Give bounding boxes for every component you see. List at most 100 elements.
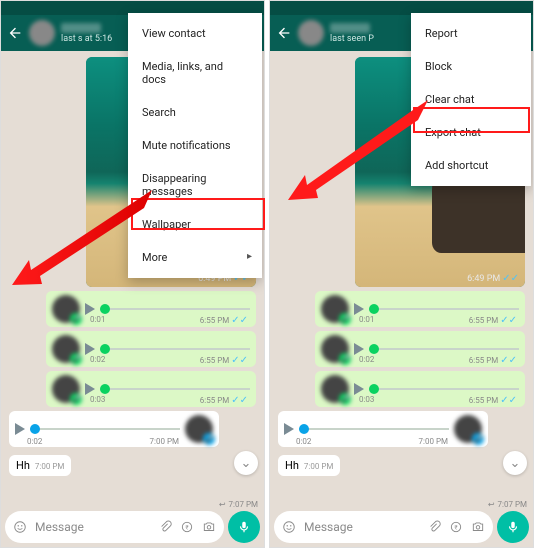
voice-time: 6:55 PM (200, 396, 229, 405)
text-message-in[interactable]: Hh 7:00 PM (9, 455, 71, 476)
attach-icon[interactable] (427, 520, 441, 534)
message-placeholder: Message (304, 520, 419, 534)
play-icon[interactable] (85, 303, 95, 315)
voice-duration: 0:02 (359, 355, 374, 366)
camera-icon[interactable] (471, 520, 485, 534)
voice-message-out[interactable]: 🎤 0:026:55 PM✓✓ (46, 331, 256, 367)
mic-icon: 🎤 (339, 393, 351, 405)
voice-avatar: 🎤 (321, 295, 349, 323)
image-time: 6:49 PM (467, 274, 500, 284)
voice-track[interactable] (100, 348, 250, 350)
menu-media[interactable]: Media, links, and docs (128, 50, 262, 96)
arrow-annotation-left (12, 190, 157, 285)
voice-message-out[interactable]: 🎤 0:016:55 PM✓✓ (315, 291, 525, 327)
voice-time: 6:55 PM (469, 396, 498, 405)
menu-search[interactable]: Search (128, 96, 262, 129)
attach-icon[interactable] (158, 520, 172, 534)
mic-icon: 🎤 (339, 353, 351, 365)
voice-track[interactable] (369, 308, 519, 310)
reply-indicator: ↩ 7:07 PM (488, 500, 527, 509)
message-input[interactable]: Message ₹ (5, 511, 224, 543)
voice-message-out[interactable]: 🎤 0:036:55 PM✓✓ (315, 371, 525, 407)
emoji-icon[interactable] (13, 520, 27, 534)
voice-track[interactable] (100, 308, 250, 310)
voice-time: 6:55 PM (469, 316, 498, 325)
mic-icon: 🎤 (472, 433, 484, 445)
voice-track[interactable] (299, 428, 449, 430)
voice-avatar: 🎤 (321, 375, 349, 403)
play-icon[interactable] (354, 343, 364, 355)
highlight-export (413, 107, 530, 133)
menu-report[interactable]: Report (411, 17, 531, 50)
mic-button[interactable] (228, 511, 260, 543)
play-icon[interactable] (85, 383, 95, 395)
menu-view-contact[interactable]: View contact (128, 17, 262, 50)
text-body: Hh (285, 459, 299, 472)
mic-icon: 🎤 (339, 313, 351, 325)
voice-duration: 0:02 (296, 437, 311, 446)
contact-name[interactable] (330, 23, 370, 33)
play-icon[interactable] (85, 343, 95, 355)
voice-duration: 0:02 (27, 437, 42, 446)
voice-message-in[interactable]: 🎤 0:02 7:00 PM (278, 411, 488, 447)
voice-duration: 0:01 (359, 315, 374, 326)
contact-name[interactable] (61, 23, 101, 33)
voice-time: 7:00 PM (419, 437, 448, 446)
voice-duration: 0:03 (90, 395, 105, 406)
back-icon[interactable] (276, 25, 292, 41)
emoji-icon[interactable] (282, 520, 296, 534)
camera-icon[interactable] (202, 520, 216, 534)
voice-track[interactable] (100, 388, 250, 390)
mic-icon: 🎤 (70, 313, 82, 325)
avatar[interactable] (29, 20, 55, 46)
message-input[interactable]: Message ₹ (274, 511, 493, 543)
scroll-down-icon[interactable]: ⌄ (234, 451, 258, 475)
scroll-down-icon[interactable]: ⌄ (503, 451, 527, 475)
overflow-submenu: Report Block Clear chat Export chat Add … (411, 13, 531, 186)
play-icon[interactable] (354, 383, 364, 395)
mic-icon: 🎤 (70, 353, 82, 365)
voice-track[interactable] (30, 428, 180, 430)
voice-track[interactable] (369, 348, 519, 350)
voice-duration: 0:01 (90, 315, 105, 326)
mic-icon: 🎤 (70, 393, 82, 405)
voice-time: 7:00 PM (150, 437, 179, 446)
voice-avatar: 🎤 (52, 335, 80, 363)
voice-duration: 0:02 (90, 355, 105, 366)
voice-time: 6:55 PM (469, 356, 498, 365)
mic-button[interactable] (497, 511, 529, 543)
svg-text:₹: ₹ (185, 524, 188, 531)
menu-block[interactable]: Block (411, 50, 531, 83)
play-icon[interactable] (354, 303, 364, 315)
voice-avatar: 🎤 (454, 415, 482, 443)
arrow-annotation-right (288, 100, 428, 200)
payment-icon[interactable]: ₹ (180, 520, 194, 534)
phone-right: last seen P 6:49 PM✓✓ 🎤 0:016:55 PM✓✓ 🎤 … (269, 0, 534, 548)
voice-track[interactable] (369, 388, 519, 390)
voice-message-in[interactable]: 🎤 0:02 7:00 PM (9, 411, 219, 447)
input-bar: Message ₹ (274, 511, 529, 543)
avatar[interactable] (298, 20, 324, 46)
read-ticks-icon: ✓✓ (502, 273, 519, 284)
mic-icon: 🎤 (203, 433, 215, 445)
text-time: 7:00 PM (304, 462, 333, 471)
back-icon[interactable] (7, 25, 23, 41)
svg-text:₹: ₹ (454, 524, 457, 531)
voice-time: 6:55 PM (200, 316, 229, 325)
voice-avatar: 🎤 (321, 335, 349, 363)
voice-avatar: 🎤 (185, 415, 213, 443)
play-icon[interactable] (15, 423, 25, 435)
voice-message-out[interactable]: 🎤 0:016:55 PM✓✓ (46, 291, 256, 327)
menu-add-shortcut[interactable]: Add shortcut (411, 149, 531, 182)
reply-indicator: ↩ 7:07 PM (219, 500, 258, 509)
voice-message-out[interactable]: 🎤 0:026:55 PM✓✓ (315, 331, 525, 367)
voice-avatar: 🎤 (52, 295, 80, 323)
voice-message-out[interactable]: 🎤 0:036:55 PM✓✓ (46, 371, 256, 407)
voice-duration: 0:03 (359, 395, 374, 406)
play-icon[interactable] (284, 423, 294, 435)
menu-mute[interactable]: Mute notifications (128, 129, 262, 162)
text-message-in[interactable]: Hh 7:00 PM (278, 455, 340, 476)
payment-icon[interactable]: ₹ (449, 520, 463, 534)
input-bar: Message ₹ (5, 511, 260, 543)
message-placeholder: Message (35, 520, 150, 534)
